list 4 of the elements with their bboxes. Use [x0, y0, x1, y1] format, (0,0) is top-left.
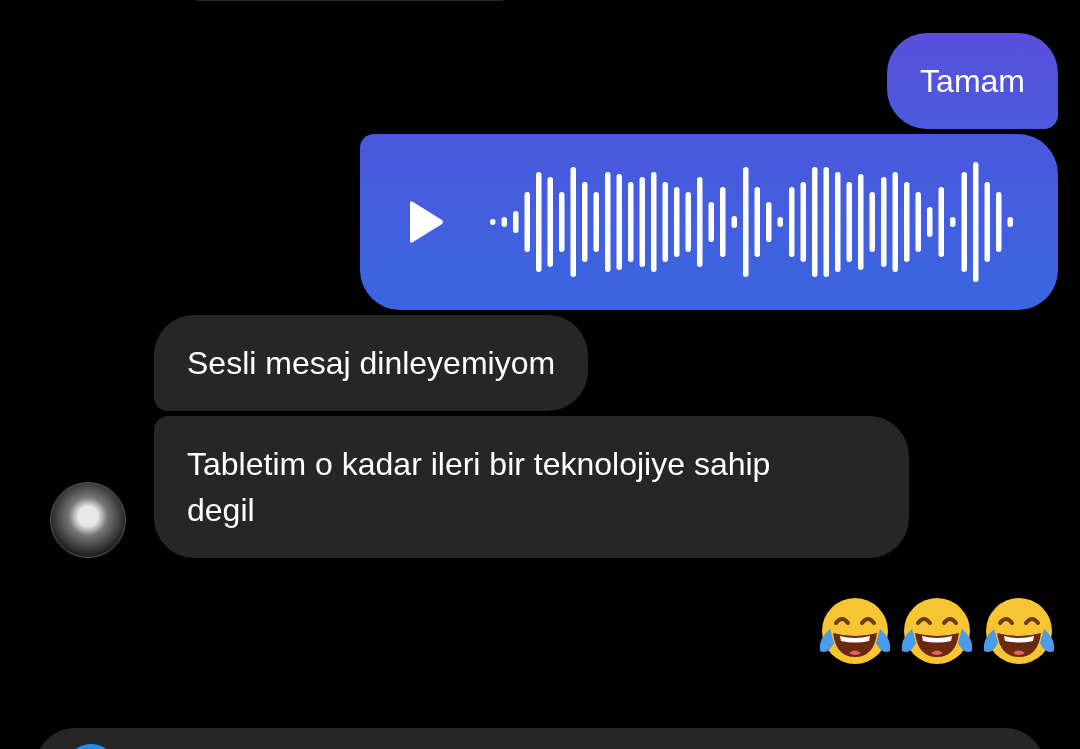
- message-bubble: Sesli mesaj dinleyemiyom: [154, 315, 589, 411]
- play-icon[interactable]: [408, 200, 444, 244]
- message-bubble: Tamam: [887, 33, 1058, 129]
- message-bubble: Tabletim o kadar ileri bir teknolojiye sahip degil: [154, 416, 909, 558]
